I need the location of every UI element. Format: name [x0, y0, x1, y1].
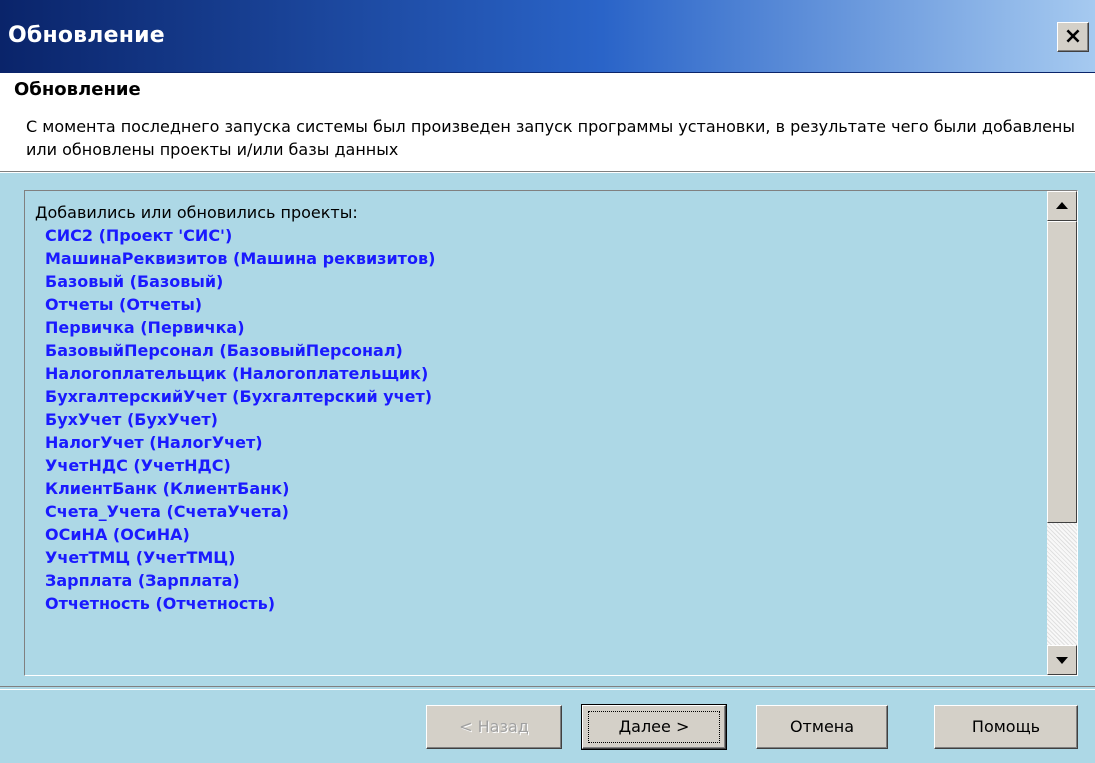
page-description: С момента последнего запуска системы был… — [26, 117, 1076, 159]
list-item[interactable]: БухУчет (БухУчет) — [35, 408, 1035, 431]
next-button[interactable]: Далее > — [581, 704, 727, 750]
focus-rect — [588, 711, 720, 743]
arrow-down-icon — [1056, 657, 1068, 664]
close-button[interactable]: × — [1057, 22, 1089, 52]
list-item[interactable]: БазовыйПерсонал (БазовыйПерсонал) — [35, 339, 1035, 362]
list-item[interactable]: МашинаРеквизитов (Машина реквизитов) — [35, 247, 1035, 270]
list-item[interactable]: СИС2 (Проект 'СИС') — [35, 224, 1035, 247]
back-button[interactable]: < Назад — [426, 705, 562, 749]
scroll-down-button[interactable] — [1047, 645, 1077, 675]
list-item[interactable]: Отчеты (Отчеты) — [35, 293, 1035, 316]
arrow-up-icon — [1056, 202, 1068, 209]
list-item[interactable]: БухгалтерскийУчет (Бухгалтерский учет) — [35, 385, 1035, 408]
list-item[interactable]: НалогУчет (НалогУчет) — [35, 431, 1035, 454]
header-divider — [0, 172, 1095, 173]
list-item[interactable]: Первичка (Первичка) — [35, 316, 1035, 339]
projects-list[interactable]: Добавились или обновились проекты: СИС2 … — [24, 190, 1078, 676]
close-icon: × — [1063, 24, 1083, 49]
list-item[interactable]: Счета_Учета (СчетаУчета) — [35, 500, 1035, 523]
update-dialog: Обновление × Обновление С момента послед… — [0, 0, 1095, 763]
list-item[interactable]: Зарплата (Зарплата) — [35, 569, 1035, 592]
page-title: Обновление — [14, 79, 141, 100]
list-item[interactable]: Отчетность (Отчетность) — [35, 592, 1035, 615]
footer-divider — [0, 686, 1095, 690]
list-item[interactable]: Налогоплательщик (Налогоплательщик) — [35, 362, 1035, 385]
list-item[interactable]: Базовый (Базовый) — [35, 270, 1035, 293]
list-item[interactable]: УчетТМЦ (УчетТМЦ) — [35, 546, 1035, 569]
scroll-up-button[interactable] — [1047, 191, 1077, 221]
list-item[interactable]: КлиентБанк (КлиентБанк) — [35, 477, 1035, 500]
list-item[interactable]: УчетНДС (УчетНДС) — [35, 454, 1035, 477]
help-button[interactable]: Помощь — [934, 705, 1078, 749]
vertical-scrollbar[interactable] — [1047, 191, 1077, 675]
list-content: Добавились или обновились проекты: СИС2 … — [35, 201, 1035, 615]
window-title: Обновление — [8, 23, 165, 48]
scroll-thumb[interactable] — [1047, 221, 1077, 523]
project-items: СИС2 (Проект 'СИС') МашинаРеквизитов (Ма… — [35, 224, 1035, 615]
list-header: Добавились или обновились проекты: — [35, 203, 358, 222]
header-panel: Обновление С момента последнего запуска … — [0, 73, 1095, 172]
cancel-button[interactable]: Отмена — [756, 705, 888, 749]
list-item[interactable]: ОСиНА (ОСиНА) — [35, 523, 1035, 546]
title-bar[interactable]: Обновление × — [0, 0, 1095, 73]
